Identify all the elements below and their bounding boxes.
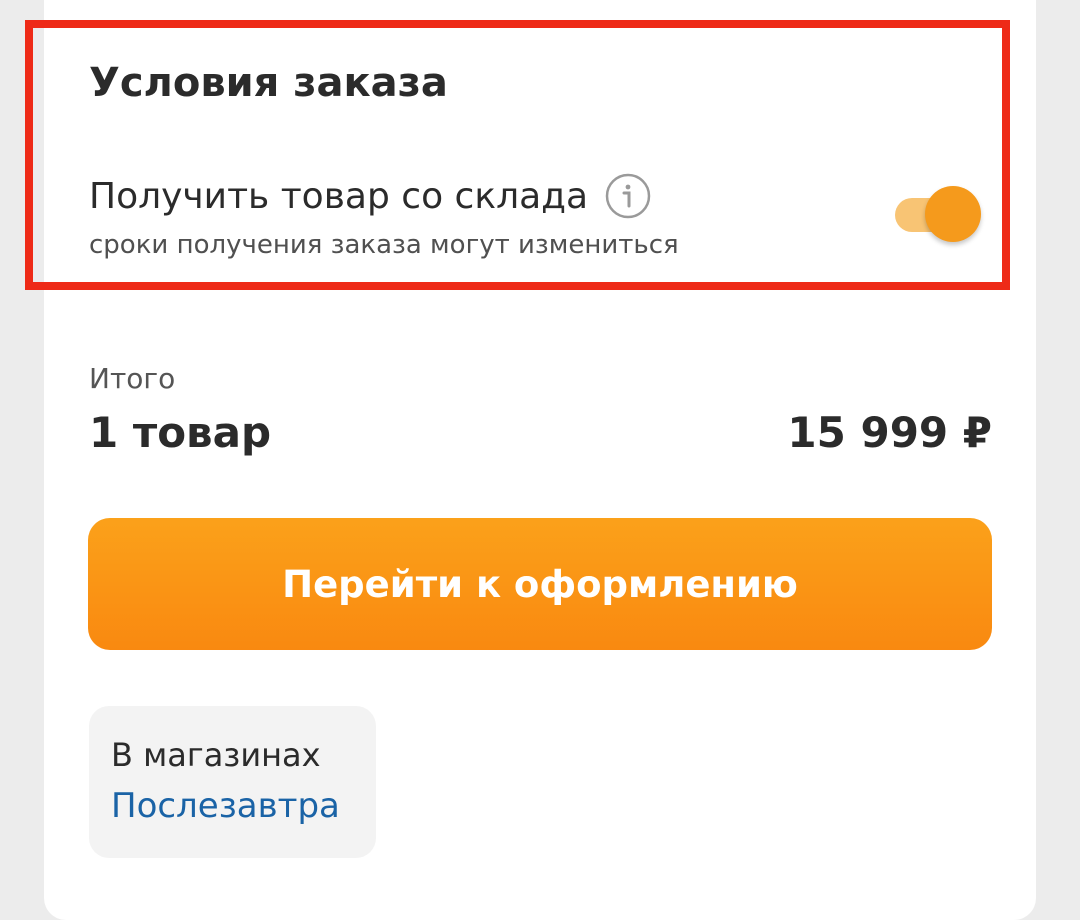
items-count: 1 товар: [89, 408, 272, 457]
info-icon[interactable]: [604, 172, 652, 220]
warehouse-pickup-option: Получить товар со склада: [89, 172, 652, 220]
total-label: Итого: [89, 362, 176, 395]
total-price: 15 999 ₽: [787, 408, 992, 457]
store-availability-box: В магазинах Послезавтра: [89, 706, 376, 858]
store-availability-label: В магазинах: [111, 736, 321, 774]
order-conditions-title: Условия заказа: [89, 60, 448, 106]
store-availability-date: Послезавтра: [111, 786, 340, 826]
checkout-button-label: Перейти к оформлению: [282, 562, 798, 606]
warehouse-pickup-toggle[interactable]: [895, 186, 987, 244]
warehouse-pickup-label: Получить товар со склада: [89, 175, 589, 217]
warehouse-pickup-subtitle: сроки получения заказа могут измениться: [89, 230, 679, 260]
toggle-knob: [925, 186, 981, 242]
checkout-button[interactable]: Перейти к оформлению: [88, 518, 992, 650]
